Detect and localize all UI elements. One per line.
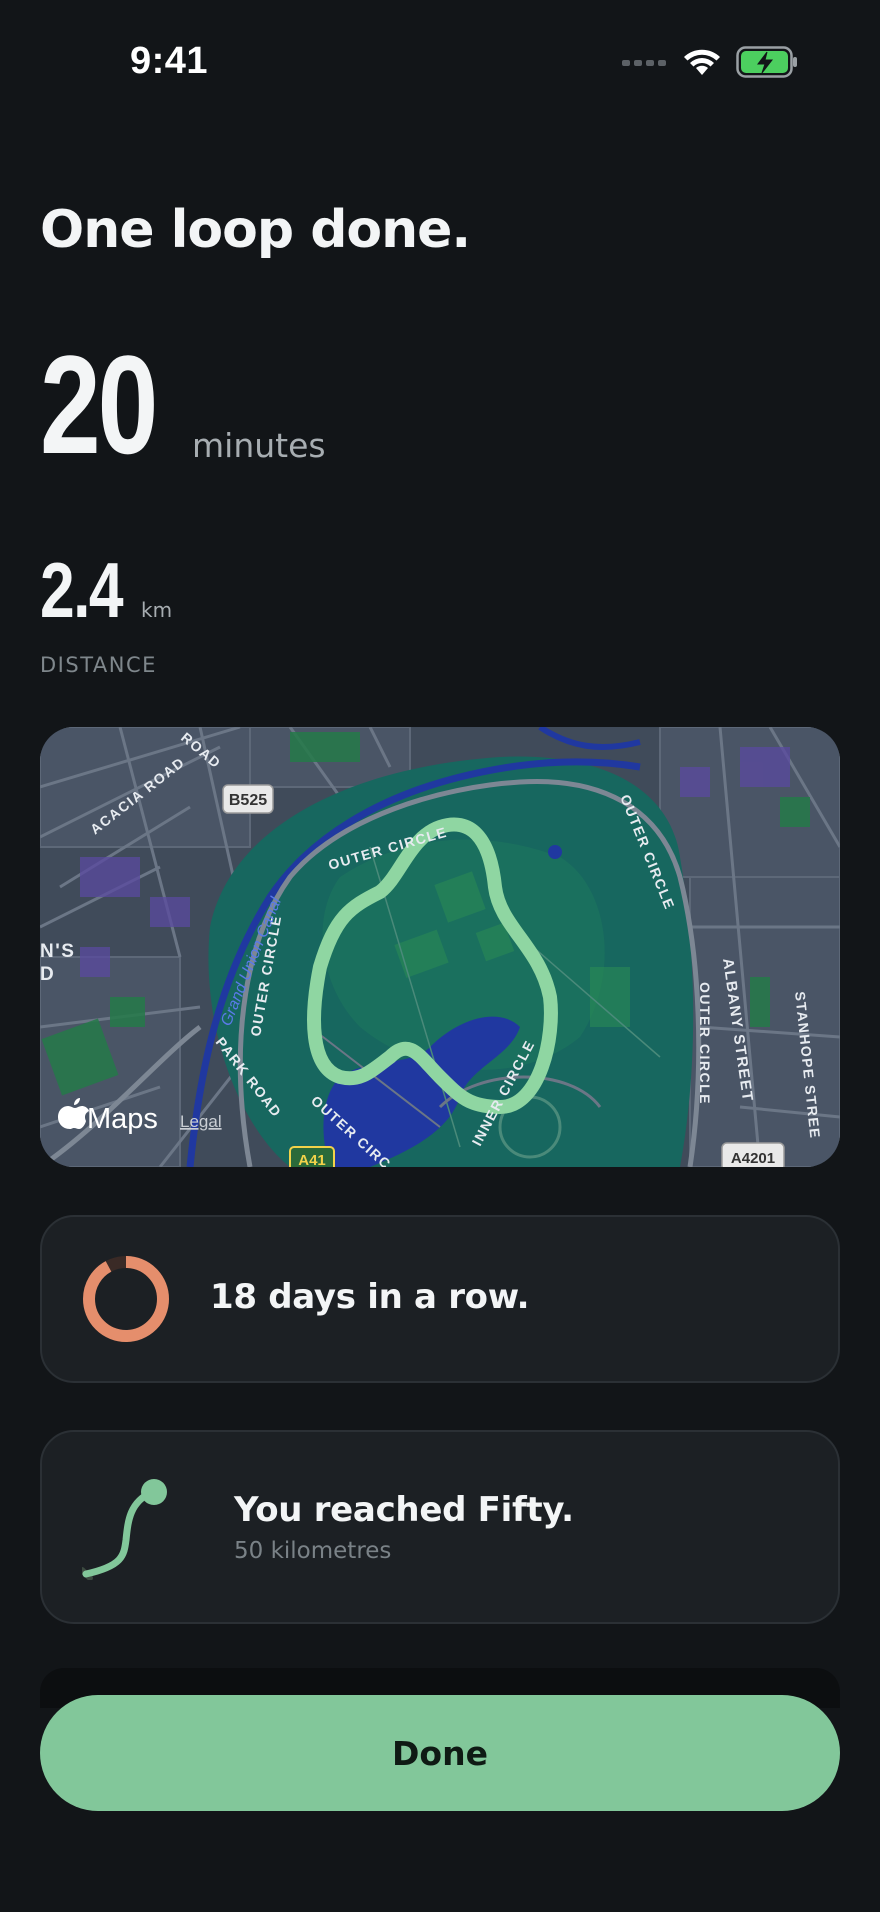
done-button[interactable]: Done bbox=[40, 1695, 840, 1811]
map-canvas[interactable]: B525 A41 A4201 ACACIA ROAD ROAD OUTER CI… bbox=[40, 727, 840, 1167]
milestone-card[interactable]: You reached Fifty. 50 kilometres bbox=[40, 1430, 840, 1624]
legal-link[interactable]: Legal bbox=[180, 1112, 222, 1131]
svg-text:D: D bbox=[40, 964, 55, 985]
svg-text:A4201: A4201 bbox=[731, 1150, 775, 1167]
status-time: 9:41 bbox=[130, 40, 209, 82]
distance-label: DISTANCE bbox=[40, 653, 157, 677]
milestone-path-icon bbox=[82, 1479, 167, 1580]
milestone-subtitle: 50 kilometres bbox=[234, 1538, 392, 1564]
duration-unit: minutes bbox=[192, 426, 326, 465]
svg-text:A41: A41 bbox=[298, 1152, 326, 1167]
duration-stat: 20 minutes bbox=[40, 326, 326, 483]
signal-icon bbox=[622, 60, 666, 66]
svg-text:OUTER CIRCLE: OUTER CIRCLE bbox=[697, 982, 713, 1105]
road-shield-a4201: A4201 bbox=[721, 1142, 785, 1167]
svg-text:B525: B525 bbox=[229, 792, 267, 809]
distance-value: 2.4 bbox=[40, 546, 124, 634]
route-map[interactable]: B525 A41 A4201 ACACIA ROAD ROAD OUTER CI… bbox=[40, 727, 840, 1167]
wifi-icon bbox=[684, 49, 720, 75]
svg-text:N'S: N'S bbox=[40, 941, 75, 962]
milestone-title: You reached Fifty. bbox=[234, 1490, 574, 1530]
status-icons bbox=[622, 46, 798, 78]
svg-text:Maps: Maps bbox=[87, 1103, 158, 1135]
distance-stat: 2.4 km bbox=[40, 546, 173, 634]
streak-text: 18 days in a row. bbox=[210, 1277, 530, 1317]
streak-ring-icon bbox=[83, 1256, 169, 1342]
streak-card[interactable]: 18 days in a row. bbox=[40, 1215, 840, 1383]
duration-value: 20 bbox=[40, 326, 158, 483]
page-title: One loop done. bbox=[40, 200, 471, 260]
road-shield-a41: A41 bbox=[289, 1146, 335, 1167]
road-shield-b525: B525 bbox=[222, 784, 274, 814]
status-bar: 9:41 bbox=[0, 0, 880, 130]
battery-charging-icon bbox=[736, 46, 797, 78]
distance-unit: km bbox=[141, 598, 173, 622]
